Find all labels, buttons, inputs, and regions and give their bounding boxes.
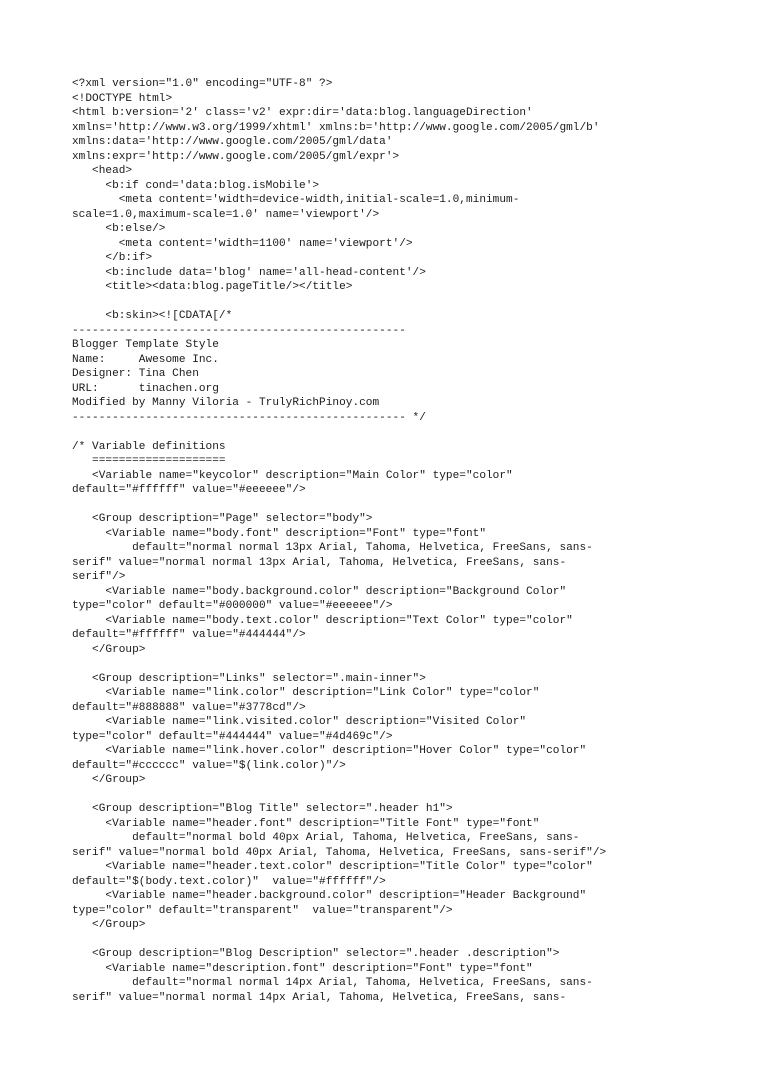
code-line: <?xml version="1.0" encoding="UTF-8" ?> [72, 78, 333, 91]
code-line: <Variable name="header.background.color"… [72, 890, 587, 903]
code-line: type="color" default="#444444" value="#4… [72, 730, 393, 743]
code-line: <Variable name="body.text.color" descrip… [72, 614, 573, 627]
code-line: default="#ffffff" value="#eeeeee"/> [72, 484, 306, 497]
code-line: <html b:version='2' class='v2' expr:dir=… [72, 107, 533, 120]
code-line: /* Variable definitions [72, 440, 226, 453]
code-line: default="#888888" value="#3778cd"/> [72, 701, 306, 714]
code-line: <meta content='width=1100' name='viewpor… [72, 237, 413, 250]
code-line: <Variable name="body.font" description="… [72, 527, 486, 540]
code-line: <b:include data='blog' name='all-head-co… [72, 266, 426, 279]
code-line: serif" value="normal normal 14px Arial, … [72, 991, 567, 1004]
code-line: <title><data:blog.pageTitle/></title> [72, 281, 353, 294]
code-line: scale=1.0,maximum-scale=1.0' name='viewp… [72, 208, 380, 221]
code-line: Name: Awesome Inc. [72, 353, 219, 366]
code-line: <Variable name="keycolor" description="M… [72, 469, 513, 482]
code-line: <b:else/> [72, 223, 166, 236]
code-line: default="#cccccc" value="$(link.color)"/… [72, 759, 346, 772]
code-line: </b:if> [72, 252, 153, 265]
code-line: <b:skin><![CDATA[/* [72, 310, 233, 323]
code-line: <!DOCTYPE html> [72, 92, 173, 105]
code-line: default="normal normal 13px Arial, Tahom… [72, 542, 593, 555]
code-line: <Variable name="body.background.color" d… [72, 585, 567, 598]
code-line: <Variable name="header.font" description… [72, 817, 540, 830]
code-line: <Group description="Links" selector=".ma… [72, 672, 426, 685]
code-line: xmlns='http://www.w3.org/1999/xhtml' xml… [72, 121, 600, 134]
code-line: <head> [72, 165, 133, 178]
document-page: <?xml version="1.0" encoding="UTF-8" ?> <… [0, 0, 768, 1087]
code-line: </Group> [72, 774, 146, 787]
code-line: default="normal bold 40px Arial, Tahoma,… [72, 832, 580, 845]
code-line: <Variable name="link.color" description=… [72, 687, 540, 700]
code-line: <Variable name="link.visited.color" desc… [72, 716, 527, 729]
code-line: <b:if cond='data:blog.isMobile'> [72, 179, 320, 192]
code-line: Modified by Manny Viloria - TrulyRichPin… [72, 397, 380, 410]
code-line: <meta content='width=device-width,initia… [72, 194, 520, 207]
code-line: </Group> [72, 643, 146, 656]
code-line: <Group description="Blog Description" se… [72, 948, 560, 961]
code-line: xmlns:expr='http://www.google.com/2005/g… [72, 150, 400, 163]
code-line: default="normal normal 14px Arial, Tahom… [72, 977, 593, 990]
code-line: serif" value="normal bold 40px Arial, Ta… [72, 846, 607, 859]
code-line: URL: tinachen.org [72, 382, 219, 395]
code-line: ----------------------------------------… [72, 324, 406, 337]
code-line: <Variable name="link.hover.color" descri… [72, 745, 587, 758]
code-line: default="#ffffff" value="#444444"/> [72, 629, 306, 642]
code-line: serif" value="normal normal 13px Arial, … [72, 556, 567, 569]
code-line: <Group description="Blog Title" selector… [72, 803, 453, 816]
code-line: type="color" default="transparent" value… [72, 904, 453, 917]
source-code-listing: <?xml version="1.0" encoding="UTF-8" ?> <… [72, 77, 762, 1005]
code-line: <Variable name="description.font" descri… [72, 962, 533, 975]
code-line: <Group description="Page" selector="body… [72, 513, 373, 526]
code-line: ==================== [72, 455, 226, 468]
code-line: xmlns:data='http://www.google.com/2005/g… [72, 136, 393, 149]
code-line: ----------------------------------------… [72, 411, 426, 424]
code-line: Blogger Template Style [72, 339, 219, 352]
code-line: default="$(body.text.color)" value="#fff… [72, 875, 386, 888]
code-line: </Group> [72, 919, 146, 932]
code-line: Designer: Tina Chen [72, 368, 199, 381]
code-line: <Variable name="header.text.color" descr… [72, 861, 593, 874]
code-line: serif"/> [72, 571, 126, 584]
code-line: type="color" default="#000000" value="#e… [72, 600, 393, 613]
